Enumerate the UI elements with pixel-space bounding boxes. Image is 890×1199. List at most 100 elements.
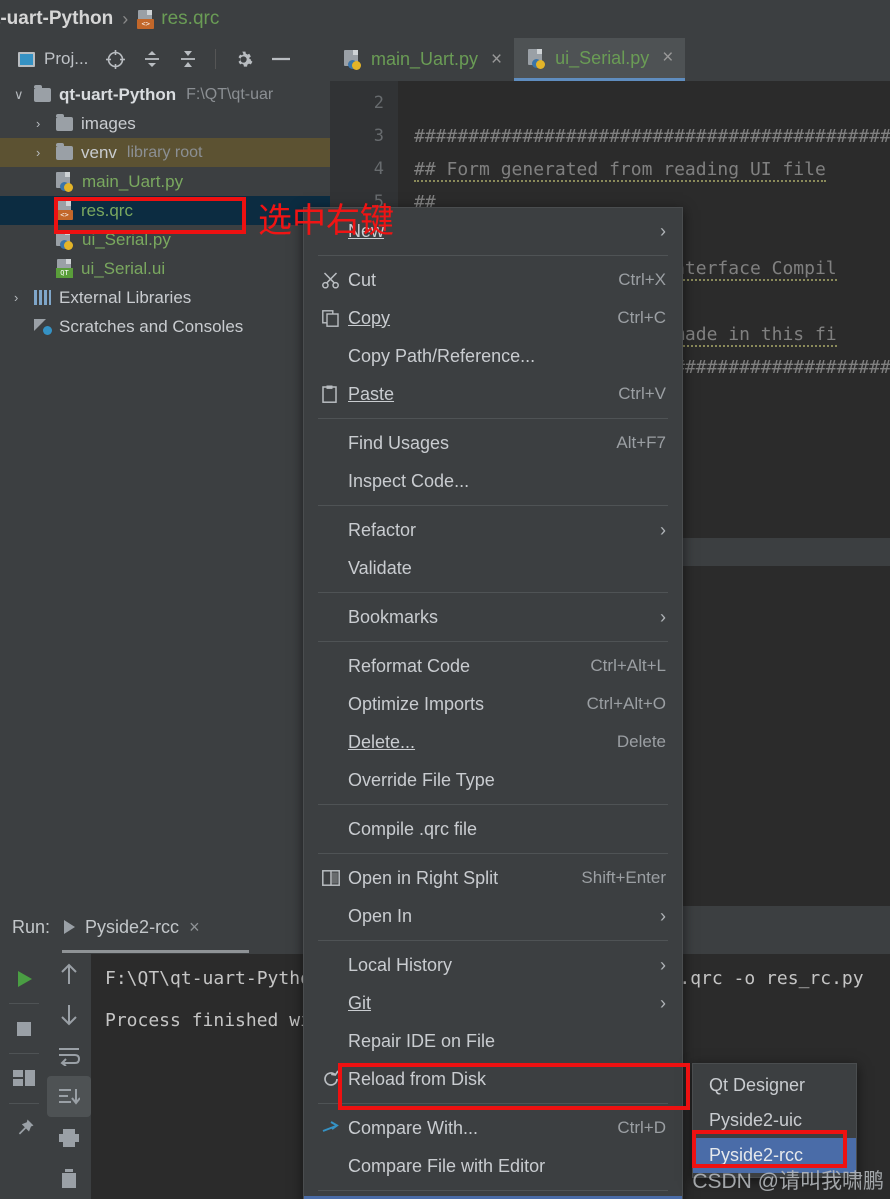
menu-item-validate[interactable]: Validate [304, 549, 682, 587]
tree-item-label: main_Uart.py [82, 171, 184, 191]
menu-item-bookmarks[interactable]: Bookmarks › [304, 598, 682, 636]
run-tab-pyside2-rcc[interactable]: Pyside2-rcc × [64, 917, 200, 938]
print-icon[interactable] [47, 1117, 91, 1158]
menu-item-shortcut: Ctrl+X [618, 270, 666, 289]
editor-tab-ui-serial-py[interactable]: ui_Serial.py × [514, 38, 686, 81]
tree-item-label: res.qrc [81, 200, 133, 220]
scroll-up-icon[interactable] [47, 954, 91, 995]
trash-icon[interactable] [47, 1158, 91, 1199]
close-icon[interactable]: × [491, 49, 502, 71]
editor-tab-main-uart-py[interactable]: main_Uart.py × [330, 38, 514, 81]
menu-item-open-in-right-split[interactable]: Open in Right Split Shift+Enter [304, 859, 682, 897]
project-panel-toolbar: Proj... [0, 38, 330, 80]
menu-item-cut[interactable]: Cut Ctrl+X [304, 261, 682, 299]
menu-item-local-history[interactable]: Local History › [304, 946, 682, 984]
menu-item-delete[interactable]: Delete... Delete [304, 723, 682, 761]
menu-item-copy[interactable]: Copy Ctrl+C [304, 299, 682, 337]
chevron-right-icon: › [660, 519, 666, 540]
menu-item-label: Compare File with Editor [348, 1155, 546, 1176]
menu-item-repair-ide-on-file[interactable]: Repair IDE on File [304, 1022, 682, 1060]
tree-item-label: qt-uart-Python [59, 84, 177, 104]
chevron-down-icon[interactable]: ∨ [14, 87, 34, 103]
menu-item-copy-path-reference[interactable]: Copy Path/Reference... [304, 337, 682, 375]
run-panel-left-toolbar [0, 954, 47, 1199]
menu-item-shortcut: Ctrl+V [618, 384, 666, 403]
tree-item-external-libraries[interactable]: › External Libraries [0, 283, 330, 312]
collapse-all-icon[interactable] [179, 50, 197, 68]
menu-separator [318, 641, 668, 642]
menu-item-compile-qrc-file[interactable]: Compile .qrc file [304, 810, 682, 848]
menu-item-label: Inspect Code... [348, 470, 470, 491]
scratches-icon [34, 319, 52, 335]
tree-item-venv[interactable]: › venv library root [0, 138, 330, 167]
breadcrumb-separator: › [122, 8, 129, 29]
gear-icon[interactable] [234, 50, 253, 69]
chevron-right-icon[interactable]: › [36, 145, 56, 160]
project-panel: Proj... ∨ qt-uart-Python F:\QT\qt-uar › … [0, 38, 330, 934]
menu-item-paste[interactable]: Paste Ctrl+V [304, 375, 682, 413]
csdn-watermark: CSDN @请叫我啸鹏 [692, 1170, 884, 1193]
submenu-item-qt-designer[interactable]: Qt Designer [693, 1068, 856, 1103]
project-panel-title[interactable]: Proj... [18, 49, 88, 69]
run-tab-label: Pyside2-rcc [85, 916, 180, 937]
qt-ui-file-icon: QT [56, 259, 73, 278]
python-file-icon [56, 172, 74, 192]
close-icon[interactable]: × [189, 917, 200, 938]
menu-item-reload-from-disk[interactable]: Reload from Disk [304, 1060, 682, 1098]
menu-item-label: Open in Right Split [348, 867, 499, 888]
tree-item-ui-serial-ui[interactable]: QT ui_Serial.ui [0, 254, 330, 283]
tree-item-main-uart-py[interactable]: main_Uart.py [0, 167, 330, 196]
menu-item-label: Repair IDE on File [348, 1030, 496, 1051]
menu-item-find-usages[interactable]: Find Usages Alt+F7 [304, 424, 682, 462]
python-file-icon [528, 48, 546, 69]
scroll-down-icon[interactable] [47, 995, 91, 1036]
close-icon[interactable]: × [662, 47, 673, 69]
minimize-icon[interactable] [271, 56, 291, 62]
menu-item-reformat-code[interactable]: Reformat Code Ctrl+Alt+L [304, 647, 682, 685]
menu-item-refactor[interactable]: Refactor › [304, 511, 682, 549]
menu-item-optimize-imports[interactable]: Optimize Imports Ctrl+Alt+O [304, 685, 682, 723]
copy-icon [322, 309, 348, 327]
menu-item-compare-file-with-editor[interactable]: Compare File with Editor [304, 1147, 682, 1185]
locate-icon[interactable] [106, 49, 126, 69]
chevron-right-icon[interactable]: › [36, 116, 56, 131]
menu-item-label: Compare With... [348, 1117, 479, 1138]
chevron-right-icon: › [660, 606, 666, 627]
menu-item-git[interactable]: Git › [304, 984, 682, 1022]
tree-item-label: ui_Serial.ui [81, 258, 166, 278]
breadcrumb-project[interactable]: t-uart-Python [0, 8, 113, 30]
menu-separator [318, 853, 668, 854]
compare-icon [322, 1120, 348, 1136]
menu-item-inspect-code[interactable]: Inspect Code... [304, 462, 682, 500]
pycharm-window: t-uart-Python › <> res.qrc Proj... ∨ qt-… [0, 0, 890, 1199]
breadcrumb-file[interactable]: res.qrc [161, 8, 219, 30]
tree-item-qt-uart-python[interactable]: ∨ qt-uart-Python F:\QT\qt-uar [0, 80, 330, 109]
folder-icon [34, 84, 51, 102]
code-line: ########################################… [414, 126, 890, 147]
menu-item-shortcut: Alt+F7 [616, 433, 666, 452]
annotation-text-select-right-click: 选中右键 [258, 201, 394, 241]
tree-item-scratches-and-consoles[interactable]: Scratches and Consoles [0, 312, 330, 341]
menu-item-label: Cut [348, 269, 377, 290]
menu-item-shortcut: Delete [616, 732, 666, 751]
pin-icon[interactable] [0, 1104, 47, 1153]
menu-item-label: Find Usages [348, 432, 450, 453]
run-icon[interactable] [0, 954, 47, 1003]
menu-item-override-file-type[interactable]: Override File Type [304, 761, 682, 799]
tree-item-images[interactable]: › images [0, 109, 330, 138]
submenu-item-pyside2-uic[interactable]: Pyside2-uic [693, 1103, 856, 1138]
chevron-right-icon[interactable]: › [14, 290, 34, 305]
chevron-right-icon: › [660, 905, 666, 926]
layout-icon[interactable] [0, 1054, 47, 1103]
menu-separator [318, 804, 668, 805]
menu-separator [318, 255, 668, 256]
menu-item-label: Open In [348, 905, 413, 926]
stop-icon[interactable] [0, 1004, 47, 1053]
python-file-icon [56, 230, 74, 250]
submenu-item-label: Pyside2-uic [709, 1110, 803, 1130]
menu-item-open-in[interactable]: Open In › [304, 897, 682, 935]
expand-all-icon[interactable] [143, 50, 161, 68]
soft-wrap-icon[interactable] [47, 1036, 91, 1077]
scroll-to-end-icon[interactable] [47, 1076, 91, 1118]
menu-item-compare-with[interactable]: Compare With... Ctrl+D [304, 1109, 682, 1147]
